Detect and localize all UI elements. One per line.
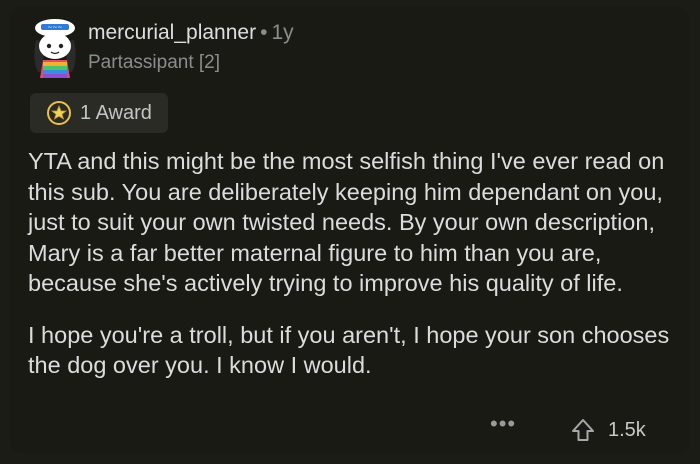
comment-paragraph: YTA and this might be the most selfish t…	[28, 148, 665, 296]
comment-paragraph: I hope you're a troll, but if you aren't…	[28, 321, 670, 379]
upvote-arrow-icon[interactable]	[570, 417, 596, 443]
username[interactable]: mercurial_planner	[88, 21, 256, 44]
comment-card: ~~~ mercurial_planner • 1y Partassipant [2…	[10, 6, 690, 454]
award-badge[interactable]: 1 Award	[30, 93, 168, 133]
award-label: 1 Award	[80, 101, 152, 124]
comment-age: 1y	[271, 21, 294, 44]
svg-text:~~~: ~~~	[47, 24, 62, 31]
comment-header: mercurial_planner • 1y	[88, 21, 294, 45]
comment-body: YTA and this might be the most selfish t…	[28, 146, 678, 381]
separator: •	[260, 21, 268, 44]
award-star-icon	[47, 101, 71, 125]
user-flair: Partassipant [2]	[88, 52, 221, 73]
vote-count: 1.5k	[608, 419, 646, 441]
more-options-icon[interactable]: •••	[490, 413, 516, 435]
avatar[interactable]: ~~~	[24, 10, 86, 80]
